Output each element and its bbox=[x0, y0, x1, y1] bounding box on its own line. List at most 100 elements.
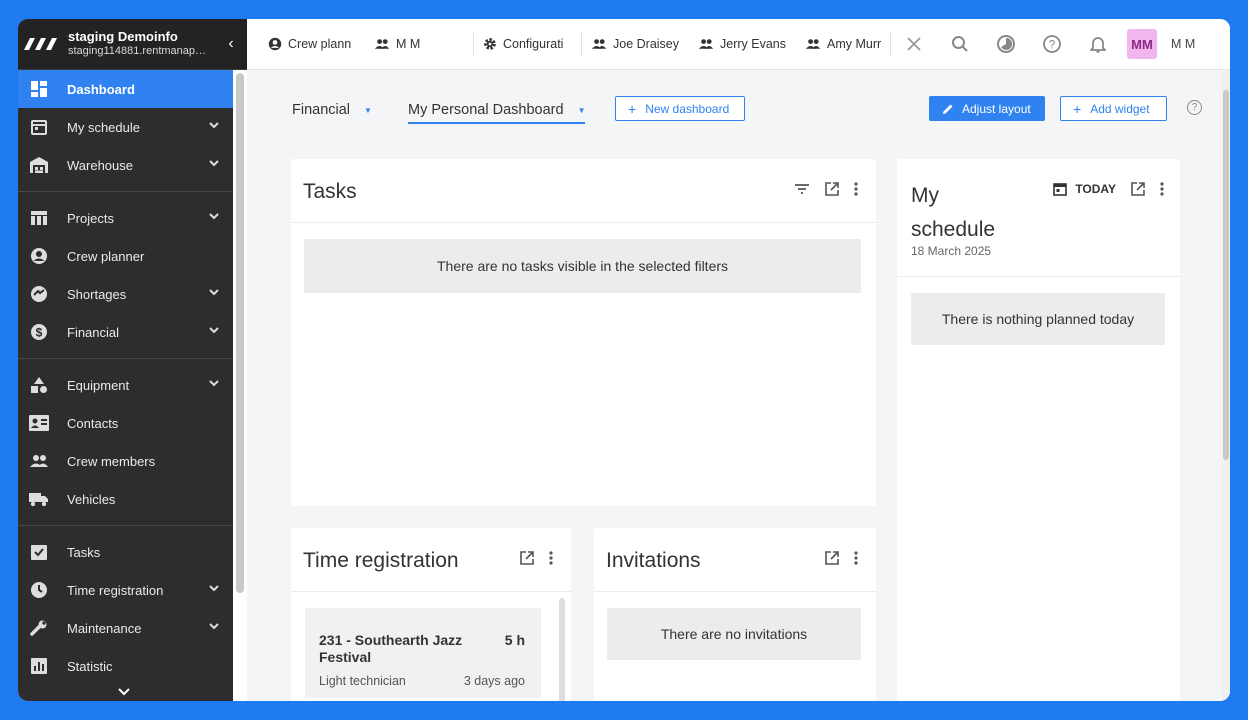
chevron-down-icon[interactable] bbox=[209, 378, 219, 388]
divider bbox=[18, 525, 233, 526]
sidebar-item-my-schedule[interactable]: My schedule bbox=[18, 108, 233, 146]
sidebar-item-warehouse[interactable]: Warehouse bbox=[18, 146, 233, 184]
sidebar-item-tasks[interactable]: Tasks bbox=[18, 533, 233, 571]
tasks-widget: Tasks There are no tasks visible in the … bbox=[291, 159, 876, 506]
person-icon bbox=[28, 245, 50, 267]
open-external-icon[interactable] bbox=[1130, 181, 1146, 197]
sidebar-item-label: Time registration bbox=[67, 582, 164, 598]
warehouse-icon bbox=[28, 154, 50, 176]
more-vertical-icon[interactable] bbox=[854, 551, 858, 565]
sidebar-item-projects[interactable]: Projects bbox=[18, 199, 233, 237]
sidebar-item-label: Crew members bbox=[67, 453, 156, 469]
sidebar-item-label: Vehicles bbox=[67, 491, 116, 507]
item-role: Light technician bbox=[319, 674, 406, 688]
search-button[interactable] bbox=[937, 24, 983, 64]
tab-configuration[interactable]: Configurati bbox=[474, 29, 581, 59]
progress-circle-icon bbox=[997, 35, 1015, 53]
sidebar-header: staging Demoinfo staging114881.rentmanap… bbox=[18, 19, 247, 70]
tab-amy-murray[interactable]: Amy Murray bbox=[796, 29, 890, 59]
item-title: 231 - Southearth Jazz Festival bbox=[319, 632, 463, 665]
tab-m-m[interactable]: M M bbox=[365, 29, 473, 59]
chevron-down-icon[interactable] bbox=[209, 583, 219, 593]
more-vertical-icon[interactable] bbox=[854, 182, 858, 196]
dashboard-category-select[interactable]: Financial ▼ bbox=[292, 102, 372, 118]
group-icon bbox=[374, 39, 390, 49]
sidebar-item-crew-planner[interactable]: Crew planner bbox=[18, 237, 233, 275]
list-item[interactable]: 231 - Southearth Jazz Festival 5 h Light… bbox=[305, 608, 541, 698]
shortages-icon bbox=[28, 283, 50, 305]
rentman-logo-icon[interactable] bbox=[22, 29, 62, 59]
main-scrollbar[interactable] bbox=[1222, 70, 1230, 701]
tab-joe-draisey[interactable]: Joe Draisey bbox=[582, 29, 689, 59]
notifications-button[interactable] bbox=[1075, 24, 1121, 64]
select-value: Financial bbox=[292, 102, 351, 118]
chart-icon bbox=[28, 655, 50, 677]
group-icon bbox=[698, 39, 714, 49]
item-hours: 5 h bbox=[504, 632, 525, 648]
sidebar-item-shortages[interactable]: Shortages bbox=[18, 275, 233, 313]
user-name[interactable]: M M bbox=[1171, 37, 1195, 51]
chevron-down-icon[interactable] bbox=[209, 621, 219, 631]
sidebar-item-label: Maintenance bbox=[67, 620, 142, 636]
sidebar-scrollbar[interactable] bbox=[233, 70, 247, 701]
widget-title: My schedule bbox=[911, 179, 995, 247]
org-info[interactable]: staging Demoinfo staging114881.rentmanap… bbox=[68, 29, 219, 59]
search-icon bbox=[952, 36, 968, 52]
collapse-sidebar-button[interactable]: ‹ bbox=[219, 35, 243, 53]
sidebar-item-financial[interactable]: $ Financial bbox=[18, 313, 233, 351]
help-button[interactable]: ? bbox=[1029, 24, 1075, 64]
item-time-ago: 3 days ago bbox=[463, 674, 525, 688]
divider bbox=[18, 358, 233, 359]
widget-header: Tasks bbox=[291, 159, 876, 223]
add-widget-button[interactable]: + Add widget bbox=[1060, 96, 1167, 121]
open-external-icon[interactable] bbox=[519, 550, 535, 566]
open-external-icon[interactable] bbox=[824, 181, 840, 197]
widget-scrollbar[interactable] bbox=[559, 598, 565, 701]
more-vertical-icon[interactable] bbox=[549, 551, 553, 565]
divider bbox=[18, 191, 233, 192]
filter-icon[interactable] bbox=[794, 183, 810, 195]
activity-button[interactable] bbox=[983, 24, 1029, 64]
help-circle-icon: ? bbox=[1043, 35, 1061, 53]
button-label: Adjust layout bbox=[962, 101, 1031, 116]
widget-title-line: schedule bbox=[911, 218, 996, 241]
plus-icon: + bbox=[1073, 100, 1082, 117]
dashboard-select[interactable]: My Personal Dashboard ▼ bbox=[408, 102, 586, 124]
chevron-down-icon[interactable] bbox=[209, 287, 219, 297]
close-icon bbox=[907, 37, 921, 51]
caret-down-icon: ▼ bbox=[364, 105, 372, 115]
sidebar-item-contacts[interactable]: Contacts bbox=[18, 404, 233, 442]
sidebar-item-time-registration[interactable]: Time registration bbox=[18, 571, 233, 609]
sidebar-item-dashboard[interactable]: Dashboard bbox=[18, 70, 233, 108]
dollar-icon: $ bbox=[28, 321, 50, 343]
new-dashboard-button[interactable]: + New dashboard bbox=[615, 96, 745, 121]
avatar[interactable]: MM bbox=[1127, 29, 1157, 59]
invitations-widget: Invitations There are no invitations bbox=[594, 528, 876, 701]
widget-title: Invitations bbox=[606, 549, 701, 572]
scroll-more-chevron-icon[interactable] bbox=[118, 683, 130, 701]
schedule-widget: My schedule 18 March 2025 TODAY There is… bbox=[897, 159, 1180, 701]
sidebar-item-vehicles[interactable]: Vehicles bbox=[18, 480, 233, 518]
sidebar-item-maintenance[interactable]: Maintenance bbox=[18, 609, 233, 647]
widget-header: Invitations bbox=[594, 528, 876, 592]
sidebar-item-label: Projects bbox=[67, 210, 114, 226]
today-button[interactable]: TODAY bbox=[1053, 182, 1116, 196]
adjust-layout-button[interactable]: Adjust layout bbox=[929, 96, 1045, 121]
chevron-down-icon[interactable] bbox=[209, 211, 219, 221]
chevron-down-icon[interactable] bbox=[209, 158, 219, 168]
schedule-date: 18 March 2025 bbox=[911, 244, 992, 258]
open-external-icon[interactable] bbox=[824, 550, 840, 566]
sidebar-item-statistic[interactable]: Statistic bbox=[18, 647, 233, 685]
help-icon[interactable]: ? bbox=[1187, 100, 1202, 115]
tab-jerry-evans[interactable]: Jerry Evans bbox=[689, 29, 796, 59]
tab-crew-planner[interactable]: Crew plann bbox=[259, 29, 365, 59]
sidebar-item-label: Warehouse bbox=[67, 157, 133, 173]
close-tabs-button[interactable] bbox=[891, 24, 937, 64]
more-vertical-icon[interactable] bbox=[1160, 182, 1164, 196]
chevron-down-icon[interactable] bbox=[209, 325, 219, 335]
sidebar-item-crew-members[interactable]: Crew members bbox=[18, 442, 233, 480]
chevron-down-icon[interactable] bbox=[209, 120, 219, 130]
sidebar-item-label: Financial bbox=[67, 324, 120, 340]
sidebar-item-equipment[interactable]: Equipment bbox=[18, 366, 233, 404]
widget-title: Time registration bbox=[303, 549, 459, 572]
